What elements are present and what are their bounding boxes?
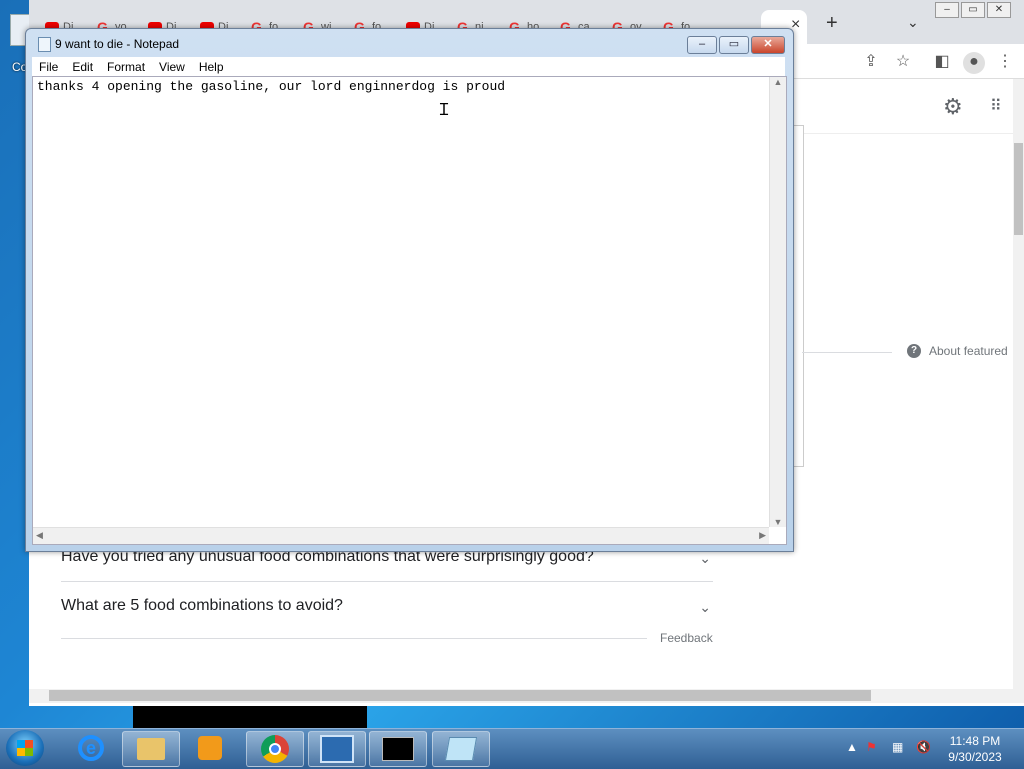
paa-question-text: What are 5 food combinations to avoid?	[61, 597, 343, 614]
taskbar-chrome[interactable]	[246, 731, 304, 767]
chrome-icon	[261, 735, 289, 763]
horizontal-scrollbar[interactable]: ◀ ▶	[33, 527, 769, 544]
maximize-button[interactable]: ▭	[719, 36, 749, 54]
menu-format[interactable]: Format	[100, 60, 152, 74]
notepad-window: 9 want to die - Notepad – ▭ ✕ File Edit …	[25, 28, 794, 552]
paa-question-2[interactable]: What are 5 food combinations to avoid? ⌄	[61, 597, 713, 615]
share-icon[interactable]: ⇪	[861, 52, 881, 72]
scroll-down-icon[interactable]: ▼	[770, 517, 786, 527]
taskbar-cmd[interactable]	[369, 731, 427, 767]
folder-icon	[137, 738, 165, 760]
remote-desktop-icon	[320, 735, 354, 763]
menu-file[interactable]: File	[32, 60, 65, 74]
text-cursor-icon: Ｉ	[436, 102, 453, 119]
taskbar-remote-desktop[interactable]	[308, 731, 366, 767]
menu-help[interactable]: Help	[192, 60, 231, 74]
system-clock[interactable]: 11:48 PM 9/30/2023	[940, 733, 1010, 765]
notepad-icon	[444, 737, 478, 761]
action-center-icon[interactable]: ⚑	[866, 740, 877, 754]
network-icon[interactable]: ▦	[892, 740, 903, 754]
clock-time: 11:48 PM	[949, 734, 1001, 748]
notepad-icon	[38, 37, 51, 52]
vertical-scrollbar[interactable]: ▲ ▼	[769, 77, 786, 527]
settings-gear-icon[interactable]: ⚙	[943, 94, 963, 120]
editor-content: thanks 4 opening the gasoline, our lord …	[37, 79, 506, 94]
divider	[61, 581, 713, 582]
about-featured-snippets[interactable]: ? About featured	[907, 344, 1008, 358]
maximize-button[interactable]: ▭	[961, 2, 985, 18]
bookmark-star-icon[interactable]: ☆	[893, 52, 913, 72]
menu-view[interactable]: View	[152, 60, 192, 74]
taskbar-media-player[interactable]	[182, 731, 238, 765]
help-icon: ?	[907, 344, 921, 358]
show-hidden-icons-icon[interactable]: ▲	[846, 740, 858, 754]
divider	[61, 638, 647, 639]
close-button[interactable]: ✕	[751, 36, 785, 54]
minimize-button[interactable]: –	[687, 36, 717, 54]
volume-muted-icon[interactable]: 🔇	[916, 740, 931, 754]
scroll-left-icon[interactable]: ◀	[36, 530, 43, 541]
taskbar-ie[interactable]: e	[63, 731, 119, 765]
feedback-link[interactable]: Feedback	[660, 631, 713, 645]
horizontal-scroll-thumb[interactable]	[49, 690, 871, 701]
windows-logo-icon	[17, 740, 33, 756]
menu-bar: File Edit Format View Help	[32, 57, 785, 76]
taskbar-notepad[interactable]	[432, 731, 490, 767]
tab-search-icon[interactable]: ⌄	[907, 14, 919, 31]
apps-grid-icon[interactable]: ⠿	[990, 96, 1002, 116]
about-featured-label: About featured	[929, 344, 1008, 358]
vertical-scroll-thumb[interactable]	[1014, 143, 1023, 235]
minimize-button[interactable]: –	[935, 2, 959, 18]
clock-date: 9/30/2023	[948, 750, 1002, 764]
window-title: 9 want to die - Notepad	[55, 37, 180, 51]
taskbar-explorer[interactable]	[122, 731, 180, 767]
divider	[802, 352, 892, 353]
media-player-icon	[198, 736, 222, 760]
command-prompt-icon	[382, 737, 414, 761]
profile-avatar-icon[interactable]: ●	[963, 52, 985, 74]
chevron-down-icon: ⌄	[699, 550, 711, 566]
background-window-fragment	[133, 706, 367, 728]
side-panel-icon[interactable]: ◧	[932, 52, 952, 72]
text-editor[interactable]: thanks 4 opening the gasoline, our lord …	[32, 76, 787, 545]
scroll-right-icon[interactable]: ▶	[759, 530, 766, 541]
new-tab-button[interactable]: +	[826, 12, 838, 35]
menu-edit[interactable]: Edit	[65, 60, 100, 74]
menu-kebab-icon[interactable]: ⋮	[995, 52, 1015, 72]
scroll-up-icon[interactable]: ▲	[770, 77, 786, 87]
close-window-button[interactable]: ✕	[987, 2, 1011, 18]
chevron-down-icon: ⌄	[699, 599, 711, 615]
internet-explorer-icon: e	[78, 735, 104, 761]
